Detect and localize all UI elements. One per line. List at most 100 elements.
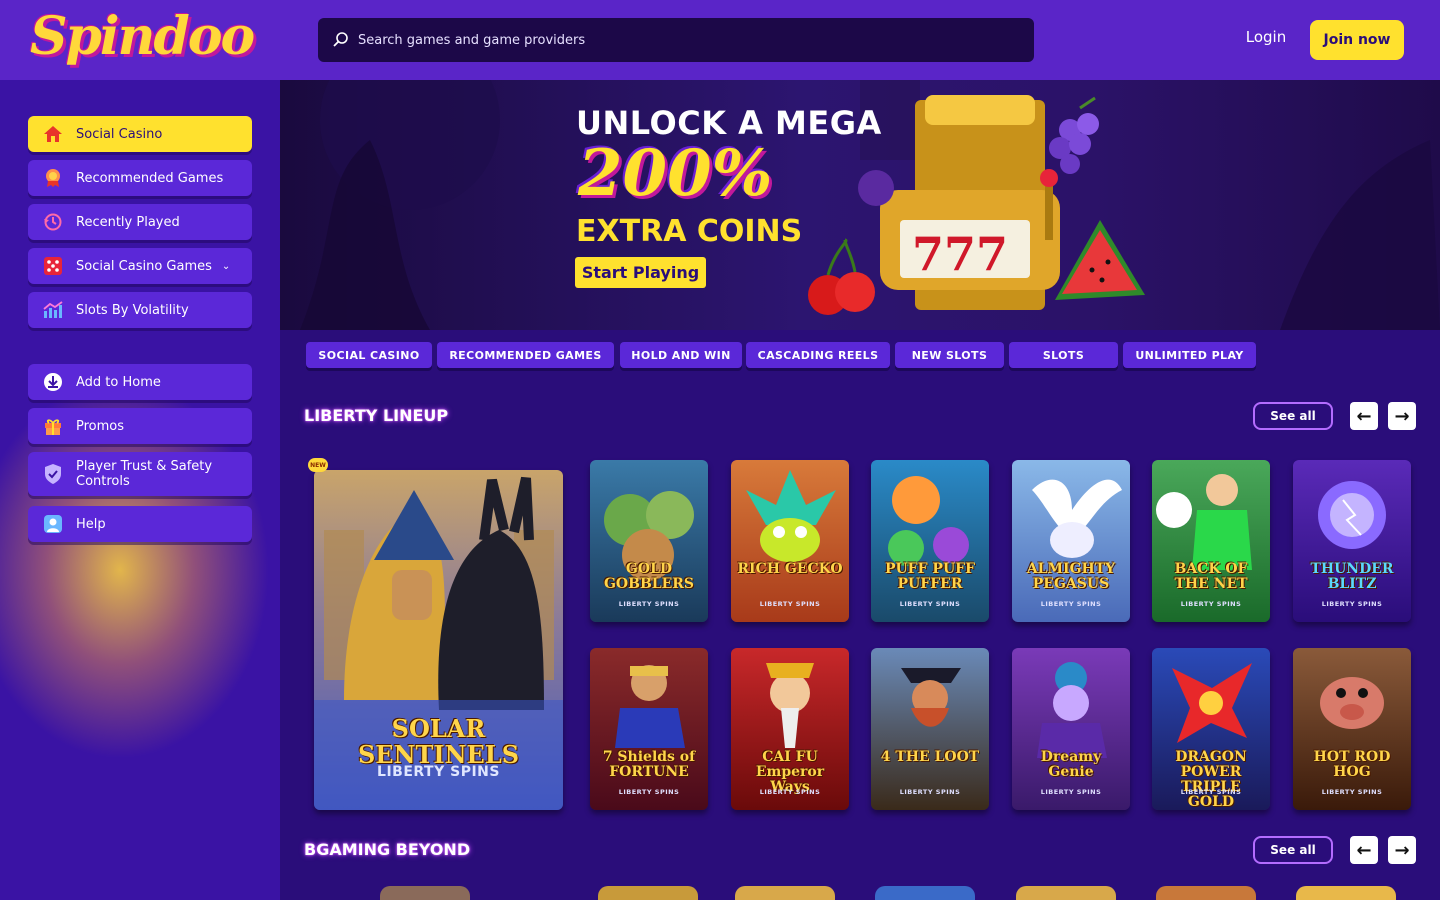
game-provider: LIBERTY SPINS [899, 788, 961, 796]
game-card[interactable]: 7 Shields of FORTUNE LIBERTY SPINS [590, 648, 708, 810]
game-title: 4 THE LOOT [880, 749, 980, 765]
game-art [888, 476, 969, 566]
tab-new-slots[interactable]: NEW SLOTS [895, 342, 1004, 368]
arrow-left-icon[interactable]: ← [1350, 402, 1378, 430]
game-provider: LIBERTY SPINS [1180, 788, 1242, 796]
sidebar-item-add-to-home[interactable]: Add to Home [28, 364, 252, 400]
game-art [604, 491, 694, 581]
arrow-right-icon[interactable]: → [1388, 836, 1416, 864]
login-link[interactable]: Login [1238, 28, 1294, 46]
tab-unlimited-play[interactable]: UNLIMITED PLAY [1123, 342, 1256, 368]
sidebar-item-help[interactable]: Help [28, 506, 252, 542]
game-provider: LIBERTY SPINS [377, 764, 500, 780]
game-card[interactable]: 4 THE LOOT LIBERTY SPINS [871, 648, 989, 810]
tab-social-casino[interactable]: SOCIAL CASINO [306, 342, 432, 368]
new-badge: NEW [308, 458, 328, 472]
section-title-liberty-lineup: LIBERTY LINEUP [304, 406, 449, 425]
game-card-partial[interactable] [380, 886, 470, 900]
join-now-button[interactable]: Join now [1310, 20, 1404, 60]
game-provider: LIBERTY SPINS [1040, 600, 1102, 608]
sidebar-item-label: Slots By Volatility [76, 302, 189, 318]
game-card-partial[interactable] [1016, 886, 1116, 900]
game-card[interactable]: ALMIGHTY PEGASUS LIBERTY SPINS [1012, 460, 1130, 622]
sidebar-item-promos[interactable]: Promos [28, 408, 252, 444]
game-title: Dreamy Genie [1040, 749, 1102, 780]
tab-hold-and-win[interactable]: HOLD AND WIN [620, 342, 742, 368]
tab-slots[interactable]: SLOTS [1009, 342, 1118, 368]
game-provider: LIBERTY SPINS [618, 600, 680, 608]
shield-icon [42, 463, 64, 485]
banner-percentage: 200% [578, 136, 773, 211]
sidebar-item-social-casino[interactable]: Social Casino [28, 116, 252, 152]
game-art [1032, 479, 1122, 558]
main-content: 777 UNLOCK A MEGA 200% EXTRA COINS Start… [280, 80, 1440, 900]
banner-subheadline: EXTRA COINS [576, 214, 803, 249]
game-title: BACK OF THE NET [1174, 561, 1248, 592]
sidebar-item-player-trust-safety[interactable]: Player Trust & Safety Controls [28, 452, 252, 496]
grapes-art [1049, 96, 1099, 174]
game-title: DRAGON POWER TRIPLE GOLD [1175, 749, 1247, 810]
game-art [615, 665, 685, 748]
game-art [901, 668, 961, 727]
sidebar-item-label: Social Casino Games [76, 258, 212, 274]
sidebar-item-label: Promos [76, 418, 125, 434]
game-provider: LIBERTY SPINS [759, 788, 821, 796]
game-art [1320, 677, 1384, 729]
game-card[interactable]: THUNDER BLITZ LIBERTY SPINS [1293, 460, 1411, 622]
arrow-right-icon[interactable]: → [1388, 402, 1416, 430]
search-icon [333, 32, 348, 47]
game-card[interactable]: DRAGON POWER TRIPLE GOLD LIBERTY SPINS [1152, 648, 1270, 810]
game-card[interactable]: GOLD GOBBLERS LIBERTY SPINS [590, 460, 708, 622]
sidebar-item-recommended-games[interactable]: Recommended Games [28, 160, 252, 196]
see-all-button[interactable]: See all [1253, 836, 1333, 864]
game-title: RICH GECKO [737, 561, 843, 577]
game-card-partial[interactable] [598, 886, 698, 900]
help-icon [42, 513, 64, 535]
game-card-featured[interactable]: SOLAR SENTINELS LIBERTY SPINS [314, 470, 563, 810]
game-card-partial[interactable] [735, 886, 835, 900]
game-title: ALMIGHTY PEGASUS [1026, 561, 1116, 592]
watermelon-art [1055, 220, 1145, 300]
game-card-partial[interactable] [875, 886, 975, 900]
sidebar-item-recently-played[interactable]: Recently Played [28, 204, 252, 240]
game-provider: LIBERTY SPINS [899, 600, 961, 608]
sidebar-item-slots-by-volatility[interactable]: Slots By Volatility [28, 292, 252, 328]
game-provider: LIBERTY SPINS [1040, 788, 1102, 796]
sidebar-item-social-casino-games[interactable]: Social Casino Games ⌄ [28, 248, 252, 284]
game-card[interactable]: PUFF PUFF PUFFER LIBERTY SPINS [871, 460, 989, 622]
sidebar: Social Casino Recommended Games Recently… [0, 80, 280, 900]
start-playing-button[interactable]: Start Playing [575, 257, 706, 288]
tab-recommended-games[interactable]: RECOMMENDED GAMES [437, 342, 614, 368]
game-title: PUFF PUFF PUFFER [884, 561, 976, 592]
game-card-partial[interactable] [1156, 886, 1256, 900]
game-card[interactable]: CAI FU Emperor Ways LIBERTY SPINS [731, 648, 849, 810]
game-title: GOLD GOBBLERS [603, 561, 695, 592]
chevron-down-icon[interactable]: ⌄ [222, 261, 230, 272]
game-title: 7 Shields of FORTUNE [602, 749, 696, 780]
top-header: Spindoo Login Join now [0, 0, 1440, 80]
arrow-left-icon[interactable]: ← [1350, 836, 1378, 864]
spindoo-logo[interactable]: Spindoo [30, 6, 255, 67]
badge-icon [42, 167, 64, 189]
game-card-partial[interactable] [1296, 886, 1396, 900]
game-art [1156, 474, 1252, 570]
game-provider: LIBERTY SPINS [759, 600, 821, 608]
game-card[interactable]: HOT ROD HOG LIBERTY SPINS [1293, 648, 1411, 810]
section-title-bgaming-beyond: BGAMING BEYOND [304, 840, 471, 859]
search-bar[interactable] [318, 18, 1034, 62]
game-provider: LIBERTY SPINS [618, 788, 680, 796]
see-all-button[interactable]: See all [1253, 402, 1333, 430]
game-art [1037, 662, 1107, 758]
game-card[interactable]: RICH GECKO LIBERTY SPINS [731, 460, 849, 622]
search-input[interactable] [358, 32, 998, 48]
promo-banner[interactable]: 777 UNLOCK A MEGA 200% EXTRA COINS Start… [280, 80, 1440, 330]
gift-icon [42, 415, 64, 437]
game-card[interactable]: Dreamy Genie LIBERTY SPINS [1012, 648, 1130, 810]
chart-icon [42, 299, 64, 321]
tab-cascading-reels[interactable]: CASCADING REELS [746, 342, 890, 368]
game-card[interactable]: BACK OF THE NET LIBERTY SPINS [1152, 460, 1270, 622]
sidebar-item-label: Add to Home [76, 374, 161, 390]
home-icon [42, 123, 64, 145]
download-icon [42, 371, 64, 393]
game-title: HOT ROD HOG [1313, 749, 1391, 780]
